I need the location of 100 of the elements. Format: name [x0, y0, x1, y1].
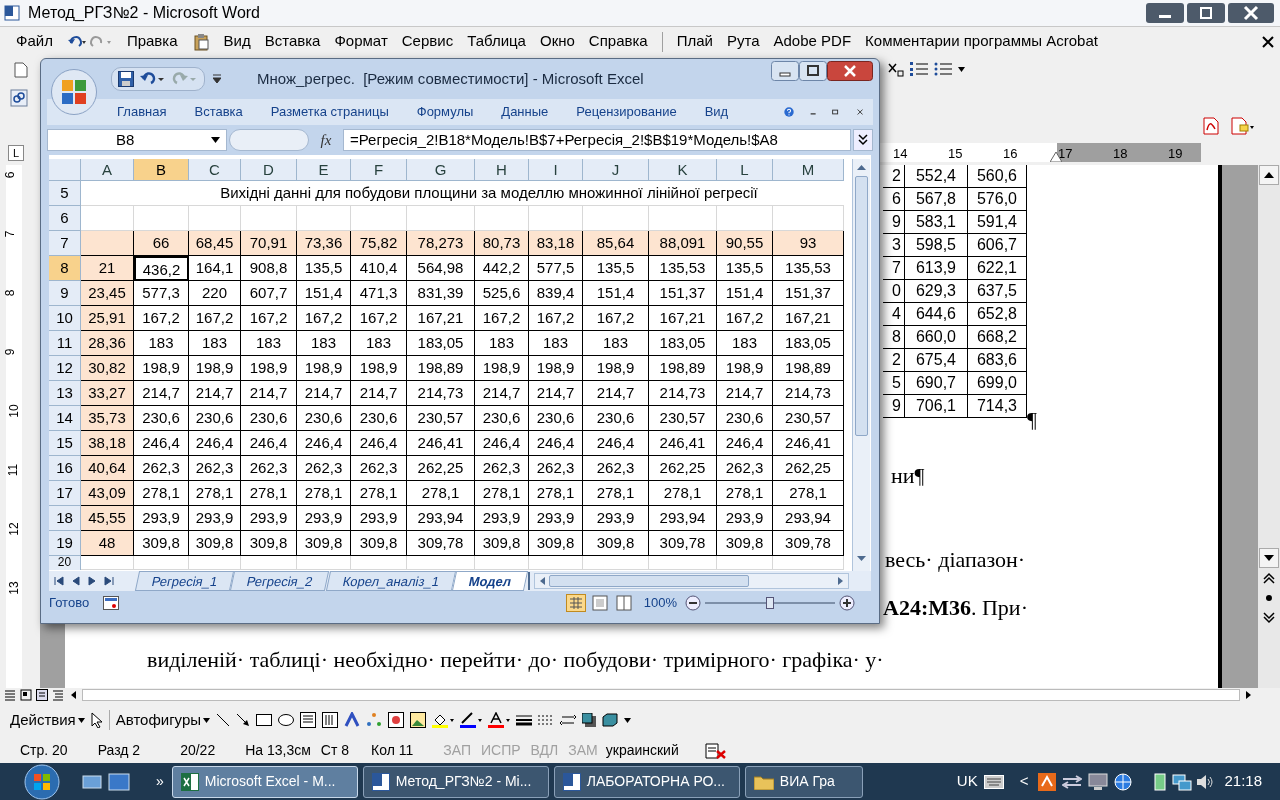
column-header[interactable]: A — [81, 159, 134, 181]
row-header[interactable]: 19 — [49, 531, 81, 556]
wordart-icon[interactable] — [344, 712, 361, 728]
menu-item[interactable]: Таблица — [467, 30, 526, 53]
macro-record-icon[interactable] — [103, 596, 120, 610]
page-break-view-icon[interactable] — [613, 594, 634, 612]
sheet-tab[interactable]: Модел — [451, 571, 529, 591]
ribbon-tab[interactable]: Данные — [501, 102, 549, 122]
clock[interactable]: 21:18 — [1224, 770, 1262, 793]
start-button-icon[interactable] — [22, 763, 62, 800]
picture-icon[interactable] — [410, 712, 427, 728]
ribbon-tab[interactable]: Формулы — [416, 102, 474, 122]
column-header[interactable]: E — [297, 159, 351, 181]
column-header[interactable]: F — [351, 159, 407, 181]
close-icon[interactable] — [1262, 35, 1274, 48]
actions-menu[interactable]: Действия — [10, 708, 85, 732]
sheet-tab[interactable]: Корел_аналіз_1 — [325, 571, 457, 591]
vertical-scrollbar[interactable] — [1258, 165, 1280, 688]
power-icon[interactable] — [1152, 772, 1169, 791]
diagram-icon[interactable] — [366, 712, 383, 728]
numbered-list-icon[interactable] — [910, 61, 928, 77]
zoom-in-icon[interactable] — [839, 595, 855, 611]
font-color-icon[interactable] — [488, 712, 511, 728]
more-button[interactable]: » — [156, 771, 164, 792]
menu-item[interactable]: Окно — [539, 30, 575, 53]
scroll-thumb[interactable] — [855, 176, 868, 436]
globe-icon[interactable] — [1114, 772, 1133, 791]
row-header[interactable]: 10 — [49, 306, 81, 331]
taskbar-button[interactable]: Метод_РГЗ№2 - Mi... — [362, 765, 549, 798]
keyboard-icon[interactable] — [983, 774, 1004, 789]
menu-item[interactable]: Adobe PDF — [773, 30, 852, 53]
ribbon-tab[interactable]: Разметка страницы — [270, 102, 389, 122]
dash-style-icon[interactable] — [538, 714, 555, 726]
close-icon[interactable] — [827, 61, 873, 81]
zoom-out-icon[interactable] — [685, 595, 701, 611]
menu-item[interactable]: Справка — [588, 30, 648, 53]
menu-item[interactable]: Вставка — [264, 30, 321, 53]
row-header[interactable]: 9 — [49, 281, 81, 306]
column-header[interactable]: C — [189, 159, 241, 181]
column-header[interactable]: B — [134, 159, 189, 181]
dropdown-arrow-icon[interactable] — [958, 66, 965, 72]
pdf-icon[interactable] — [1202, 117, 1220, 135]
shadow-icon[interactable] — [582, 713, 597, 727]
show-desktop-icon[interactable] — [82, 773, 102, 790]
menu-item[interactable]: Комментарии программы Acrobat — [865, 30, 1098, 53]
column-header[interactable]: H — [475, 159, 529, 181]
formula-bar-handle[interactable] — [229, 129, 309, 151]
show-hidden-icons-button[interactable]: < — [1019, 770, 1029, 793]
menu-item[interactable]: Файл — [16, 30, 53, 53]
language-indicator[interactable]: UK — [956, 770, 978, 793]
rectangle-icon[interactable] — [256, 714, 273, 726]
page-layout-view-icon[interactable] — [589, 594, 610, 612]
horizontal-scrollbar[interactable] — [534, 573, 849, 589]
row-header[interactable]: 14 — [49, 406, 81, 431]
pdf-comment-icon[interactable] — [1230, 117, 1254, 135]
new-document-icon[interactable] — [14, 62, 28, 78]
column-header[interactable]: D — [241, 159, 297, 181]
outline-view-icon[interactable] — [52, 689, 64, 701]
oval-icon[interactable] — [278, 714, 295, 726]
restore-icon[interactable] — [832, 107, 839, 117]
sheet-tab[interactable]: Регресія_1 — [134, 571, 235, 591]
text-box-icon[interactable] — [300, 712, 317, 728]
fill-color-icon[interactable] — [432, 712, 455, 728]
expand-formula-bar-icon[interactable] — [853, 129, 873, 151]
menu-item[interactable]: Плай — [676, 30, 713, 53]
help-icon[interactable] — [784, 104, 795, 120]
name-box[interactable]: B8 — [47, 129, 227, 151]
row-header[interactable]: 8 — [49, 256, 81, 281]
row-header[interactable]: 16 — [49, 456, 81, 481]
column-header[interactable]: K — [649, 159, 717, 181]
minimize-icon[interactable] — [1146, 3, 1184, 23]
line-style-icon[interactable] — [516, 714, 533, 726]
row-header[interactable]: 17 — [49, 481, 81, 506]
sheet-tab[interactable]: Регресія_2 — [230, 571, 330, 591]
dropdown-arrow-icon[interactable] — [624, 717, 632, 723]
maximize-icon[interactable] — [1187, 3, 1225, 23]
arrow-style-icon[interactable] — [560, 714, 577, 726]
menu-item[interactable]: Правка — [126, 30, 178, 53]
row-header[interactable]: 11 — [49, 331, 81, 356]
arrow-icon[interactable] — [236, 713, 251, 727]
app-tray-icon[interactable] — [1038, 772, 1057, 791]
menu-item[interactable]: Вид — [223, 30, 251, 53]
row-header[interactable]: 15 — [49, 431, 81, 456]
normal-view-icon[interactable] — [4, 689, 16, 701]
taskbar-button[interactable]: Microsoft Excel - M... — [171, 765, 358, 798]
network-icon[interactable] — [1172, 772, 1193, 791]
row-header[interactable]: 12 — [49, 356, 81, 381]
web-view-icon[interactable] — [20, 689, 32, 701]
maximize-icon[interactable] — [799, 61, 827, 81]
transfer-icon[interactable] — [1062, 773, 1083, 790]
row-header[interactable]: 13 — [49, 381, 81, 406]
insert-function-button[interactable]: fx — [311, 128, 341, 152]
undo-icon[interactable] — [66, 33, 113, 50]
tab-split-handle[interactable] — [528, 572, 531, 590]
line-icon[interactable] — [216, 713, 231, 727]
vertical-scrollbar[interactable] — [852, 159, 870, 571]
column-header[interactable]: L — [717, 159, 773, 181]
clip-art-icon[interactable] — [388, 712, 405, 728]
column-header[interactable]: G — [407, 159, 475, 181]
ribbon-tab[interactable]: Главная — [117, 102, 167, 122]
